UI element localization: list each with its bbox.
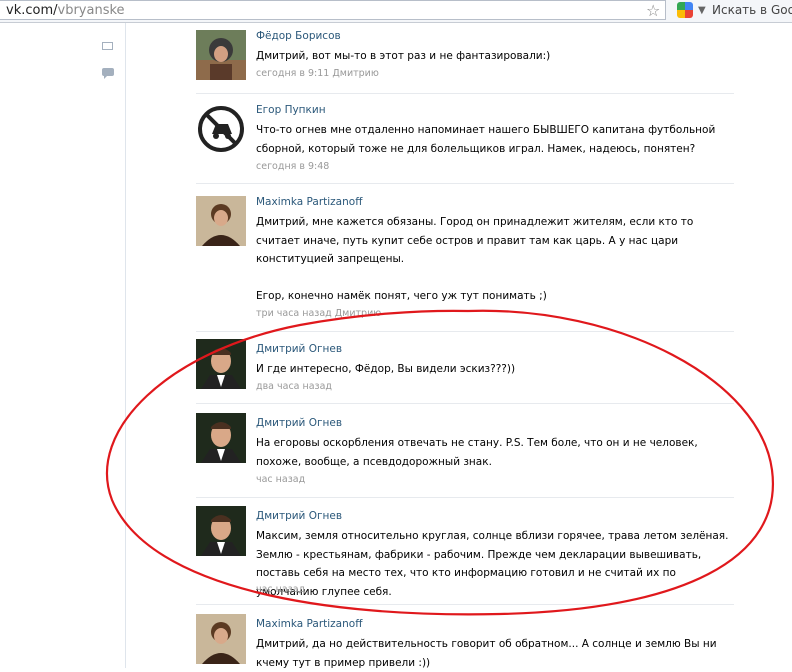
comment-author-link[interactable]: Дмитрий Огнев — [256, 417, 342, 429]
left-gutter-divider — [125, 23, 126, 668]
bookmark-star-icon[interactable]: ☆ — [646, 1, 660, 21]
avatar[interactable] — [196, 614, 246, 664]
browser-toolbar: vk.com/vbryanske ☆ ▼ Искать в Goog — [0, 0, 792, 23]
avatar[interactable] — [196, 506, 246, 556]
comment-timestamp[interactable]: три часа назад Дмитрию — [256, 308, 381, 319]
comment-author-link[interactable]: Дмитрий Огнев — [256, 510, 342, 522]
comment-text: Что-то огнев мне отдаленно напоминает на… — [256, 124, 716, 155]
chevron-down-icon[interactable]: ▼ — [698, 1, 706, 21]
comment-timestamp[interactable]: сегодня в 9:48 — [256, 161, 329, 172]
comment-item: Maximka Partizanoff Дмитрий, да но дейст… — [196, 614, 736, 669]
comment-text: Максим, земля относительно круглая, солн… — [256, 530, 729, 598]
comment-text: Дмитрий, вот мы-то в этот раз и не фанта… — [256, 50, 551, 62]
comment-timestamp[interactable]: час назад — [256, 584, 305, 595]
comment-author-link[interactable]: Егор Пупкин — [256, 104, 326, 116]
comment-divider — [196, 497, 734, 498]
message-icon[interactable] — [102, 42, 113, 50]
avatar[interactable] — [196, 30, 246, 80]
comment-divider — [196, 331, 734, 332]
comment-divider — [196, 93, 734, 94]
comment-timestamp[interactable]: час назад — [256, 474, 305, 485]
comment-item: Maximka Partizanoff Дмитрий, мне кажется… — [196, 196, 736, 321]
comment-item: Дмитрий Огнев На егоровы оскорбления отв… — [196, 413, 736, 492]
comment-item: Дмитрий Огнев И где интересно, Фёдор, Вы… — [196, 339, 736, 398]
browser-search-input[interactable]: Искать в Goog — [712, 0, 792, 20]
comment-author-link[interactable]: Maximka Partizanoff — [256, 196, 362, 208]
address-bar[interactable]: vk.com/vbryanske ☆ — [0, 0, 666, 20]
comment-text: Дмитрий, мне кажется обязаны. Город он п… — [256, 216, 694, 302]
comment-divider — [196, 403, 734, 404]
avatar[interactable] — [196, 196, 246, 246]
comment-item: Фёдор Борисов Дмитрий, вот мы-то в этот … — [196, 30, 736, 90]
google-search-engine-icon[interactable] — [677, 2, 693, 18]
comment-timestamp[interactable]: два часа назад — [256, 381, 332, 392]
comment-author-link[interactable]: Фёдор Борисов — [256, 30, 341, 42]
comment-item: Дмитрий Огнев Максим, земля относительно… — [196, 506, 736, 600]
comment-text: На егоровы оскорбления отвечать не стану… — [256, 437, 698, 468]
comment-text: Дмитрий, да но действительность говорит … — [256, 638, 717, 669]
comment-author-link[interactable]: Дмитрий Огнев — [256, 343, 342, 355]
avatar[interactable] — [196, 339, 246, 389]
avatar[interactable] — [196, 413, 246, 463]
comment-item: Егор Пупкин Что-то огнев мне отдаленно н… — [196, 104, 736, 174]
comment-divider — [196, 604, 734, 605]
comment-text: И где интересно, Фёдор, Вы видели эскиз?… — [256, 363, 516, 375]
comment-icon[interactable] — [102, 68, 114, 79]
comment-timestamp[interactable]: сегодня в 9:11 Дмитрию — [256, 68, 379, 79]
comment-author-link[interactable]: Maximka Partizanoff — [256, 618, 362, 630]
address-url: vk.com/vbryanske — [6, 3, 125, 18]
comment-divider — [196, 183, 734, 184]
avatar[interactable] — [196, 104, 246, 154]
